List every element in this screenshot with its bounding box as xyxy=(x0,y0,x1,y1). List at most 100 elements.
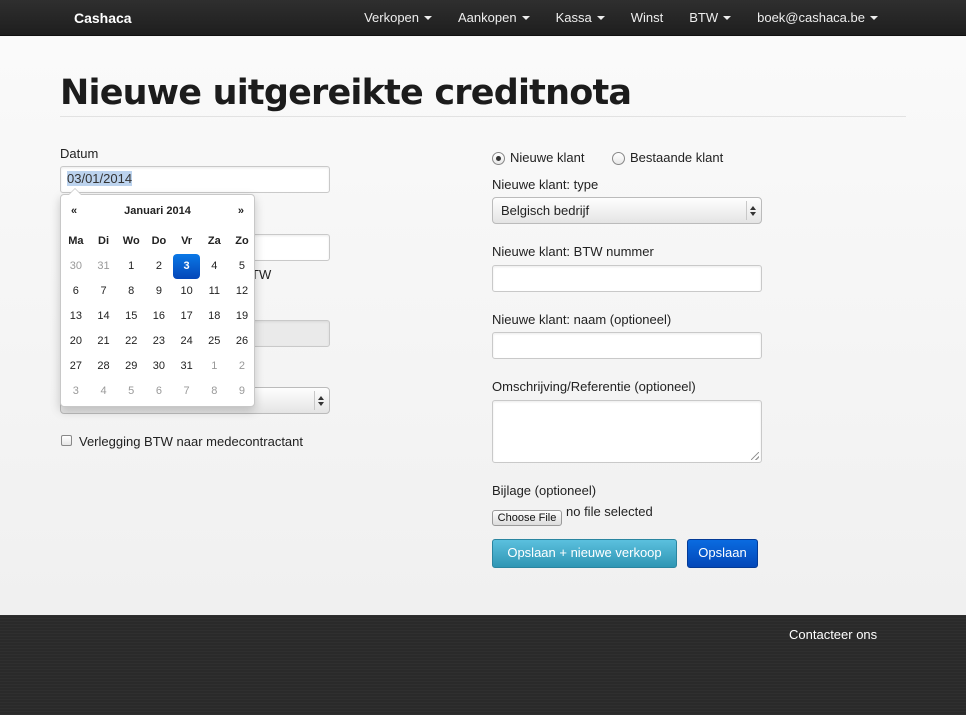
type-select[interactable]: Belgisch bedrijf xyxy=(492,197,762,224)
day-cell[interactable]: 11 xyxy=(200,279,228,304)
weekday-label: Ma xyxy=(68,235,84,247)
footer: Contacteer ons xyxy=(0,615,966,715)
day-cell[interactable]: 16 xyxy=(145,304,173,329)
day-cell[interactable]: 8 xyxy=(200,379,228,404)
week-row: 3456789 xyxy=(62,379,256,404)
brand-logo[interactable]: Cashaca xyxy=(74,10,132,26)
weekday-label: Vr xyxy=(181,235,193,247)
day-cell[interactable]: 21 xyxy=(90,329,118,354)
week-row: 13 14 15 16 17 18 19 xyxy=(62,304,256,329)
type-select-value: Belgisch bedrijf xyxy=(501,203,590,218)
datum-input[interactable]: 03/01/2014 xyxy=(60,166,330,193)
day-cell[interactable]: 31 xyxy=(173,354,201,379)
navbar: Cashaca Verkopen Aankopen Kassa Winst BT… xyxy=(0,0,966,36)
next-month-icon[interactable]: » xyxy=(238,205,244,217)
btw-input[interactable] xyxy=(492,265,762,292)
day-cell[interactable]: 4 xyxy=(200,254,228,279)
selected-day[interactable]: 3 xyxy=(172,254,201,279)
day-cell[interactable]: 14 xyxy=(90,304,118,329)
day-cell[interactable]: 7 xyxy=(173,379,201,404)
day-cell[interactable]: 25 xyxy=(200,329,228,354)
day-cell[interactable]: 17 xyxy=(173,304,201,329)
day-cell[interactable]: 30 xyxy=(145,354,173,379)
day-cell[interactable]: 6 xyxy=(145,379,173,404)
select-arrows-icon xyxy=(746,201,758,220)
page-title: Nieuwe uitgereikte creditnota xyxy=(60,73,632,113)
select-arrows-icon xyxy=(314,391,326,410)
datum-label: Datum xyxy=(60,146,99,161)
day-cell[interactable]: 24 xyxy=(173,329,201,354)
bijlage-label: Bijlage (optioneel) xyxy=(492,483,597,498)
day-cell[interactable]: 23 xyxy=(145,329,173,354)
nav-menu: Verkopen Aankopen Kassa Winst BTW boek@c… xyxy=(351,0,891,36)
radio-bestaande-klant[interactable] xyxy=(612,152,625,165)
day-cell[interactable]: 9 xyxy=(228,379,256,404)
day-cell[interactable]: 1 xyxy=(117,254,145,279)
day-cell[interactable]: 12 xyxy=(228,279,256,304)
day-cell[interactable]: 31 xyxy=(90,254,118,279)
weekday-label: Za xyxy=(207,235,221,247)
divider xyxy=(60,116,906,117)
resize-handle-icon[interactable] xyxy=(751,452,759,460)
nav-aankopen[interactable]: Aankopen xyxy=(445,0,543,36)
day-cell[interactable]: 28 xyxy=(90,354,118,379)
caret-down-icon xyxy=(596,16,605,20)
type-label: Nieuwe klant: type xyxy=(492,177,599,192)
day-cell[interactable]: 18 xyxy=(200,304,228,329)
weekday-label: Di xyxy=(98,235,110,247)
day-cell[interactable]: 9 xyxy=(145,279,173,304)
day-cell[interactable]: 29 xyxy=(117,354,145,379)
week-row: 20 21 22 23 24 25 26 xyxy=(62,329,256,354)
day-cell[interactable]: 5 xyxy=(117,379,145,404)
day-cell[interactable]: 4 xyxy=(90,379,118,404)
day-cell[interactable]: 8 xyxy=(117,279,145,304)
day-cell[interactable]: 26 xyxy=(228,329,256,354)
prev-month-icon[interactable]: « xyxy=(71,205,77,217)
day-cell[interactable]: 30 xyxy=(62,254,90,279)
save-new-button[interactable]: Opslaan + nieuwe verkoop xyxy=(492,539,677,568)
weekday-label: Wo xyxy=(122,235,140,247)
nav-btw[interactable]: BTW xyxy=(676,0,744,36)
save-button[interactable]: Opslaan xyxy=(687,539,758,568)
day-cell[interactable]: 2 xyxy=(228,354,256,379)
week-row: 27 28 29 30 31 1 2 xyxy=(62,354,256,379)
datepicker-month-title[interactable]: Januari 2014 xyxy=(61,205,254,217)
nav-kassa[interactable]: Kassa xyxy=(543,0,618,36)
day-cell[interactable]: 6 xyxy=(62,279,90,304)
naam-label: Nieuwe klant: naam (optioneel) xyxy=(492,312,672,327)
caret-down-icon xyxy=(723,16,732,20)
day-cell[interactable]: 27 xyxy=(62,354,90,379)
btw-label: Nieuwe klant: BTW nummer xyxy=(492,244,654,259)
verlegging-label: Verlegging BTW naar medecontractant xyxy=(79,434,304,449)
day-cell[interactable]: 7 xyxy=(90,279,118,304)
day-cell[interactable]: 15 xyxy=(117,304,145,329)
datepicker-popup: Januari 2014 « » Ma Di Wo Do Vr Za Zo 30 31 1 2 3 4 5… xyxy=(60,188,256,407)
day-cell[interactable]: 5 xyxy=(228,254,256,279)
contact-link[interactable]: Contacteer ons xyxy=(789,627,877,642)
nav-verkopen[interactable]: Verkopen xyxy=(351,0,445,36)
day-cell[interactable]: 3 xyxy=(62,379,90,404)
datepicker-header: Januari 2014 « » xyxy=(61,205,254,223)
nav-winst[interactable]: Winst xyxy=(618,0,677,36)
caret-down-icon xyxy=(521,16,530,20)
day-cell[interactable]: 13 xyxy=(62,304,90,329)
naam-input[interactable] xyxy=(492,332,762,359)
week-row: 30 31 1 2 3 4 5 xyxy=(62,254,256,279)
day-cell[interactable]: 1 xyxy=(200,354,228,379)
day-cell[interactable]: 20 xyxy=(62,329,90,354)
radio-bestaande-klant-label: Bestaande klant xyxy=(630,150,724,165)
radio-nieuwe-klant-label: Nieuwe klant xyxy=(510,150,585,165)
omschrijving-textarea[interactable] xyxy=(492,400,762,463)
day-cell[interactable]: 2 xyxy=(145,254,173,279)
day-cell[interactable]: 22 xyxy=(117,329,145,354)
weekday-row: Ma Di Wo Do Vr Za Zo xyxy=(62,229,256,254)
omschrijving-label: Omschrijving/Referentie (optioneel) xyxy=(492,379,696,394)
verlegging-checkbox[interactable] xyxy=(61,435,72,446)
radio-nieuwe-klant[interactable] xyxy=(492,152,505,165)
caret-down-icon xyxy=(424,16,433,20)
nav-account[interactable]: boek@cashaca.be xyxy=(744,0,891,36)
choose-file-button[interactable]: Choose File xyxy=(492,510,562,526)
datum-value: 03/01/2014 xyxy=(67,171,133,186)
day-cell[interactable]: 19 xyxy=(228,304,256,329)
day-cell[interactable]: 10 xyxy=(173,279,201,304)
